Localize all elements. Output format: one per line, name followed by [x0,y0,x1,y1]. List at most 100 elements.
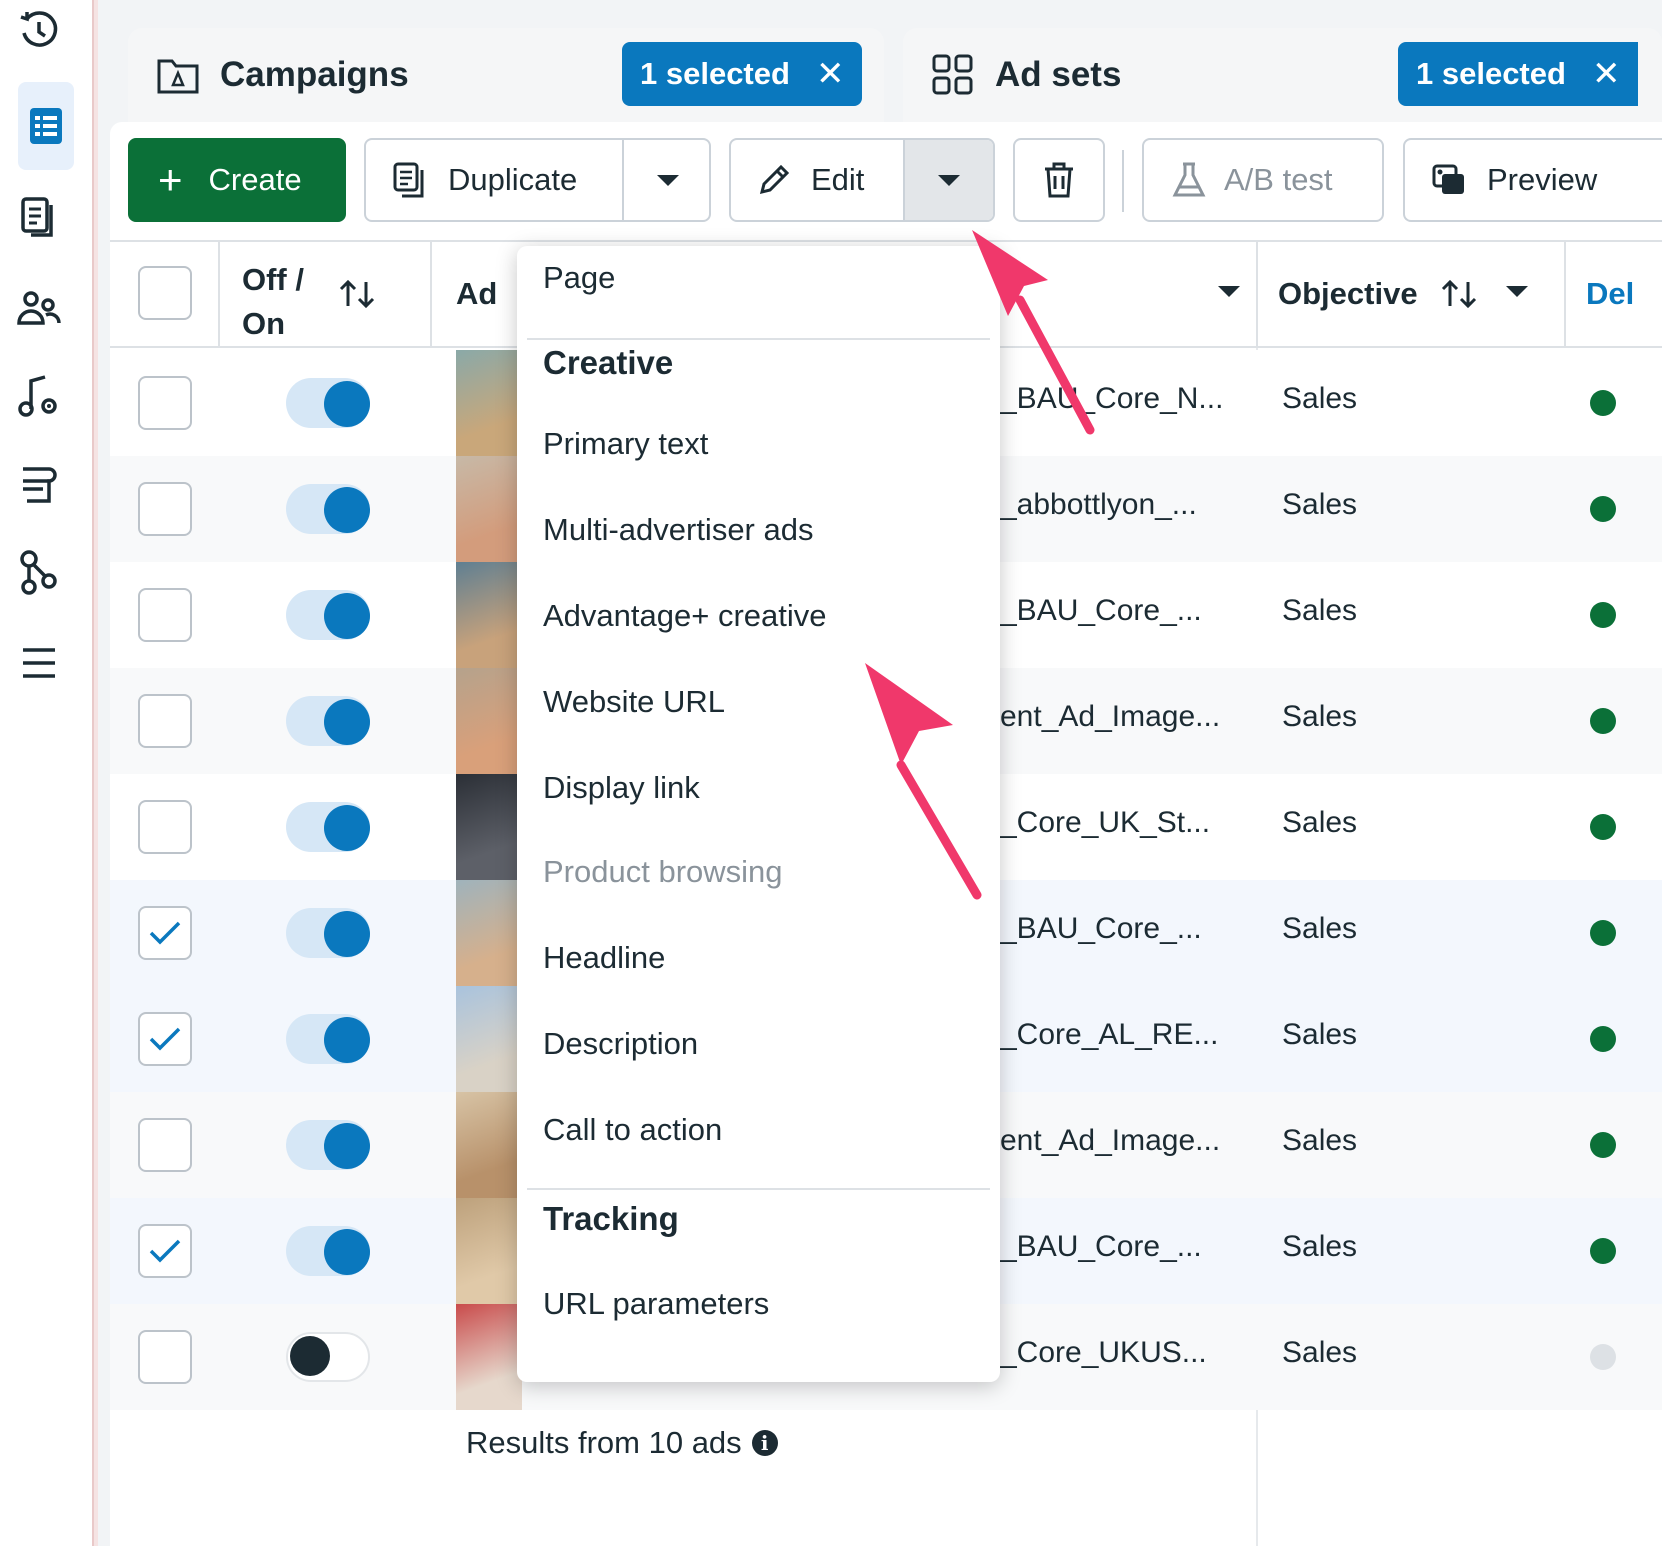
ad-thumbnail-image[interactable] [456,456,522,562]
menu-item-advantage-creative[interactable]: Advantage+ creative [543,598,827,634]
ad-on-off-toggle[interactable] [286,1014,370,1064]
ad-name-cell[interactable]: ent_Ad_Image... [1000,1124,1245,1158]
billing-receipt-icon[interactable] [12,458,66,512]
ad-name-cell[interactable]: _Core_UKUS... [1000,1336,1245,1370]
ab-test-button[interactable]: A/B test [1142,138,1384,222]
ad-on-off-toggle[interactable] [286,1332,370,1382]
ad-on-off-toggle[interactable] [286,908,370,958]
annotation-arrow-advantage-creative [865,663,982,900]
column-header-delivery[interactable]: Del [1586,276,1634,312]
row-checkbox[interactable] [138,588,192,642]
ad-on-off-toggle[interactable] [286,1226,370,1276]
duplicate-options-dropdown[interactable] [624,140,711,220]
row-checkbox[interactable] [138,906,192,960]
ad-thumbnail-image[interactable] [456,562,522,668]
ad-on-off-toggle[interactable] [286,484,370,534]
row-checkbox[interactable] [138,694,192,748]
clear-selection-close-icon[interactable]: ✕ [1592,54,1621,94]
ad-name-cell[interactable]: ent_Ad_Image... [1000,700,1245,734]
menu-item-multi-advertiser-ads[interactable]: Multi-advertiser ads [543,512,813,548]
tab-campaigns[interactable]: Campaigns 1 selected ✕ [128,28,884,122]
ad-thumbnail-image[interactable] [456,1198,522,1304]
edit-options-dropdown[interactable] [903,140,993,220]
menu-item-call-to-action[interactable]: Call to action [543,1112,722,1148]
menu-item-primary-text[interactable]: Primary text [543,426,708,462]
all-tools-menu-icon[interactable] [12,636,66,690]
column-header-ad[interactable]: Ad [456,276,497,312]
row-checkbox[interactable] [138,1118,192,1172]
row-checkbox[interactable] [138,1330,192,1384]
row-checkbox[interactable] [138,482,192,536]
duplicate-button[interactable]: Duplicate [364,138,711,222]
edit-button[interactable]: Edit [729,138,995,222]
delivery-status-dot [1590,814,1616,840]
ad-thumbnail-image[interactable] [456,1092,522,1198]
row-checkbox[interactable] [138,1012,192,1066]
ad-on-off-toggle[interactable] [286,1120,370,1170]
ad-thumbnail-image[interactable] [456,986,522,1092]
audience-people-icon[interactable] [12,282,66,336]
column-header-objective[interactable]: Objective [1278,276,1418,312]
menu-item-url-parameters[interactable]: URL parameters [543,1286,769,1322]
ad-on-off-toggle[interactable] [286,378,370,428]
sort-arrows-icon[interactable] [338,278,378,310]
music-settings-icon[interactable] [12,370,66,424]
delivery-status-dot [1590,390,1616,416]
toggle-knob [324,1017,370,1063]
ad-name-cell[interactable]: _Core_AL_RE... [1000,1018,1245,1052]
history-clock-icon[interactable] [12,4,66,58]
row-checkbox[interactable] [138,376,192,430]
ads-manager-table-icon[interactable] [18,82,74,170]
column-options-chevron-down-icon[interactable] [1218,286,1240,297]
delivery-status-dot [1590,1344,1616,1370]
ad-thumbnail-image[interactable] [456,668,522,774]
ad-on-off-toggle[interactable] [286,590,370,640]
results-summary: Results from 10 ads i [466,1425,778,1461]
checkmark-icon [149,1027,181,1051]
menu-item-display-link[interactable]: Display link [543,770,700,806]
ad-name-cell[interactable]: _BAU_Core_... [1000,1230,1245,1264]
menu-item-description[interactable]: Description [543,1026,698,1062]
column-header-off-on[interactable]: Off / On [242,258,304,346]
adsets-selected-badge[interactable]: 1 selected ✕ [1398,42,1639,106]
duplicate-icon [393,162,424,198]
select-all-checkbox[interactable] [138,266,192,320]
ad-name-cell[interactable]: _BAU_Core_... [1000,594,1245,628]
clear-selection-close-icon[interactable]: ✕ [816,54,845,94]
column-options-chevron-down-icon[interactable] [1506,286,1528,297]
ad-on-off-toggle[interactable] [286,696,370,746]
toggle-knob [324,593,370,639]
sort-arrows-icon[interactable] [1440,278,1480,310]
objective-cell: Sales [1282,1018,1358,1051]
delete-button[interactable] [1013,138,1105,222]
create-button[interactable]: + Create [128,138,346,222]
info-icon[interactable]: i [751,1430,778,1456]
ad-thumbnail-image[interactable] [456,880,522,986]
off-on-line1: Off / [242,262,304,297]
objective-cell: Sales [1282,1230,1358,1263]
campaigns-selected-badge[interactable]: 1 selected ✕ [622,42,863,106]
row-checkbox[interactable] [138,1224,192,1278]
results-summary-text: Results from 10 ads [466,1425,742,1460]
objective-cell: Sales [1282,1336,1358,1369]
preview-button[interactable]: Preview [1403,138,1662,222]
menu-separator [527,1188,990,1190]
ad-name-cell[interactable]: _BAU_Core_... [1000,912,1245,946]
documents-icon[interactable] [12,192,66,246]
ad-name-cell[interactable]: _abbottlyon_... [1000,488,1245,522]
ad-on-off-toggle[interactable] [286,802,370,852]
menu-section-creative: Creative [543,344,674,381]
ad-thumbnail-image[interactable] [456,350,522,456]
ad-thumbnail-image[interactable] [456,774,522,880]
row-checkbox[interactable] [138,800,192,854]
menu-item-page[interactable]: Page [543,260,615,296]
beaker-icon [1172,162,1206,197]
tab-ad-sets[interactable]: Ad sets 1 selected ✕ [903,28,1662,122]
checkmark-icon [149,1239,181,1263]
connections-graph-icon[interactable] [12,546,66,600]
ad-name-cell[interactable]: _Core_UK_St... [1000,806,1245,840]
toggle-knob [324,487,370,533]
menu-item-headline[interactable]: Headline [543,940,665,976]
ad-thumbnail-image[interactable] [456,1304,522,1410]
menu-item-website-url[interactable]: Website URL [543,684,725,720]
